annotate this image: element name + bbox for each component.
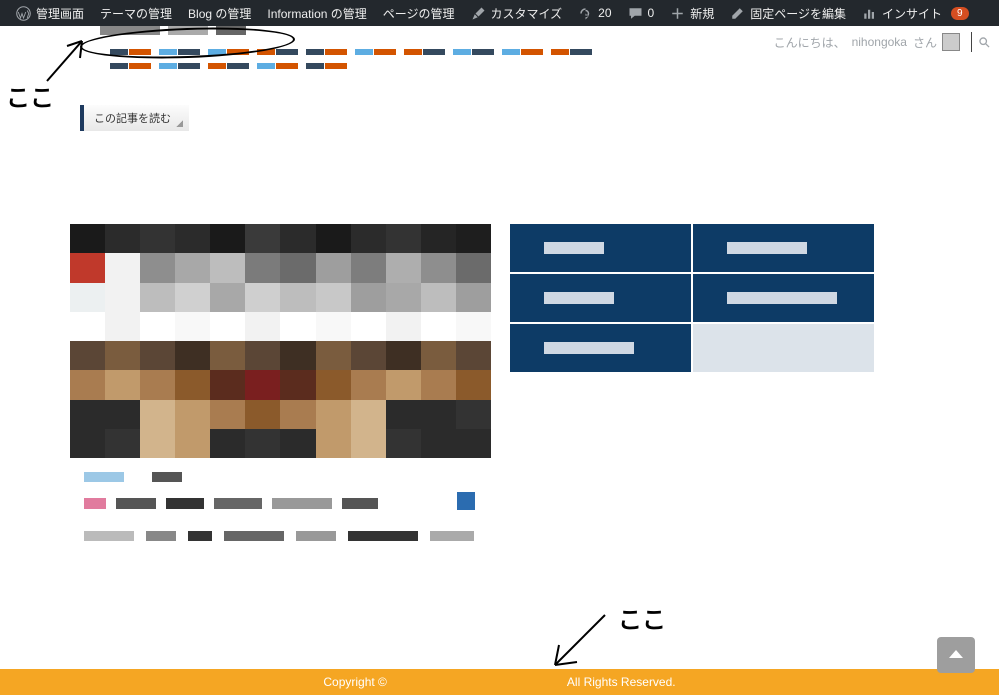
admin-item-updates[interactable]: 20 [570,0,619,26]
footer-rights: All Rights Reserved. [567,675,676,689]
tag-item[interactable] [355,49,396,55]
site-footer: Copyright © All Rights Reserved. [0,669,999,695]
insights-badge: 9 [951,7,969,20]
chevron-up-icon [946,645,966,665]
nav-cell[interactable] [693,274,874,322]
tag-item[interactable] [404,49,445,55]
nav-cell[interactable] [510,224,691,272]
nav-cell[interactable] [693,324,874,372]
admin-item-customize[interactable]: カスタマイズ [463,0,571,26]
stats-icon [862,6,877,21]
read-more-label: この記事を読む [94,110,171,126]
nav-cell[interactable] [510,274,691,322]
tag-item[interactable] [453,49,494,55]
admin-label: 0 [648,6,655,20]
cards-row [70,224,875,547]
post-thumbnail [70,224,491,458]
admin-label: Information の管理 [267,5,366,22]
tag-item[interactable] [551,49,592,55]
tag-item[interactable] [159,63,200,69]
admin-label: ページの管理 [383,5,455,22]
admin-item-blog[interactable]: Blog の管理 [180,0,259,26]
admin-item-edit-page[interactable]: 固定ページを編集 [722,0,854,26]
admin-item-pages[interactable]: ページの管理 [375,0,463,26]
nav-cell[interactable] [693,224,874,272]
sidebar-nav [510,224,875,547]
wp-admin-bar: 管理画面 テーマの管理 Blog の管理 Information の管理 ページ… [0,0,999,26]
admin-item-comments[interactable]: 0 [620,0,663,26]
brush-icon [471,6,486,21]
post-title [70,488,491,513]
post-meta [70,458,491,488]
post-description [70,513,491,547]
admin-label: Blog の管理 [188,5,251,22]
tag-item[interactable] [502,49,543,55]
search-icon [978,35,991,50]
admin-item-new[interactable]: 新規 [662,0,722,26]
tag-item[interactable] [110,63,151,69]
tag-item[interactable] [208,63,249,69]
admin-label: 管理画面 [36,5,84,22]
tag-item[interactable] [257,63,298,69]
admin-label: 固定ページを編集 [750,5,846,22]
pencil-icon [730,6,745,21]
post-excerpt: この記事を読む [80,20,979,131]
footer-copyright: Copyright © [323,675,387,689]
tag-item[interactable] [306,63,347,69]
admin-label: テーマの管理 [100,5,172,22]
annotation-arrow-1 [42,36,102,86]
annotation-here-2: ここ [618,600,666,635]
admin-item-insights[interactable]: インサイト 9 [854,0,977,26]
post-card[interactable] [70,224,491,547]
admin-label: カスタマイズ [491,5,563,22]
admin-item-themes[interactable]: テーマの管理 [92,0,180,26]
admin-label: 新規 [690,5,714,22]
scroll-to-top-button[interactable] [937,637,975,673]
read-more-button[interactable]: この記事を読む [80,105,189,131]
admin-label: 20 [598,6,611,20]
tag-item[interactable] [306,49,347,55]
plus-icon [670,6,685,21]
comment-icon [628,6,643,21]
admin-item-information[interactable]: Information の管理 [259,0,374,26]
share-icon[interactable] [457,492,475,510]
nav-cell[interactable] [510,324,691,372]
refresh-icon [578,6,593,21]
admin-label: インサイト [882,5,942,22]
wordpress-icon [16,6,31,21]
admin-item-dashboard[interactable]: 管理画面 [8,0,92,26]
